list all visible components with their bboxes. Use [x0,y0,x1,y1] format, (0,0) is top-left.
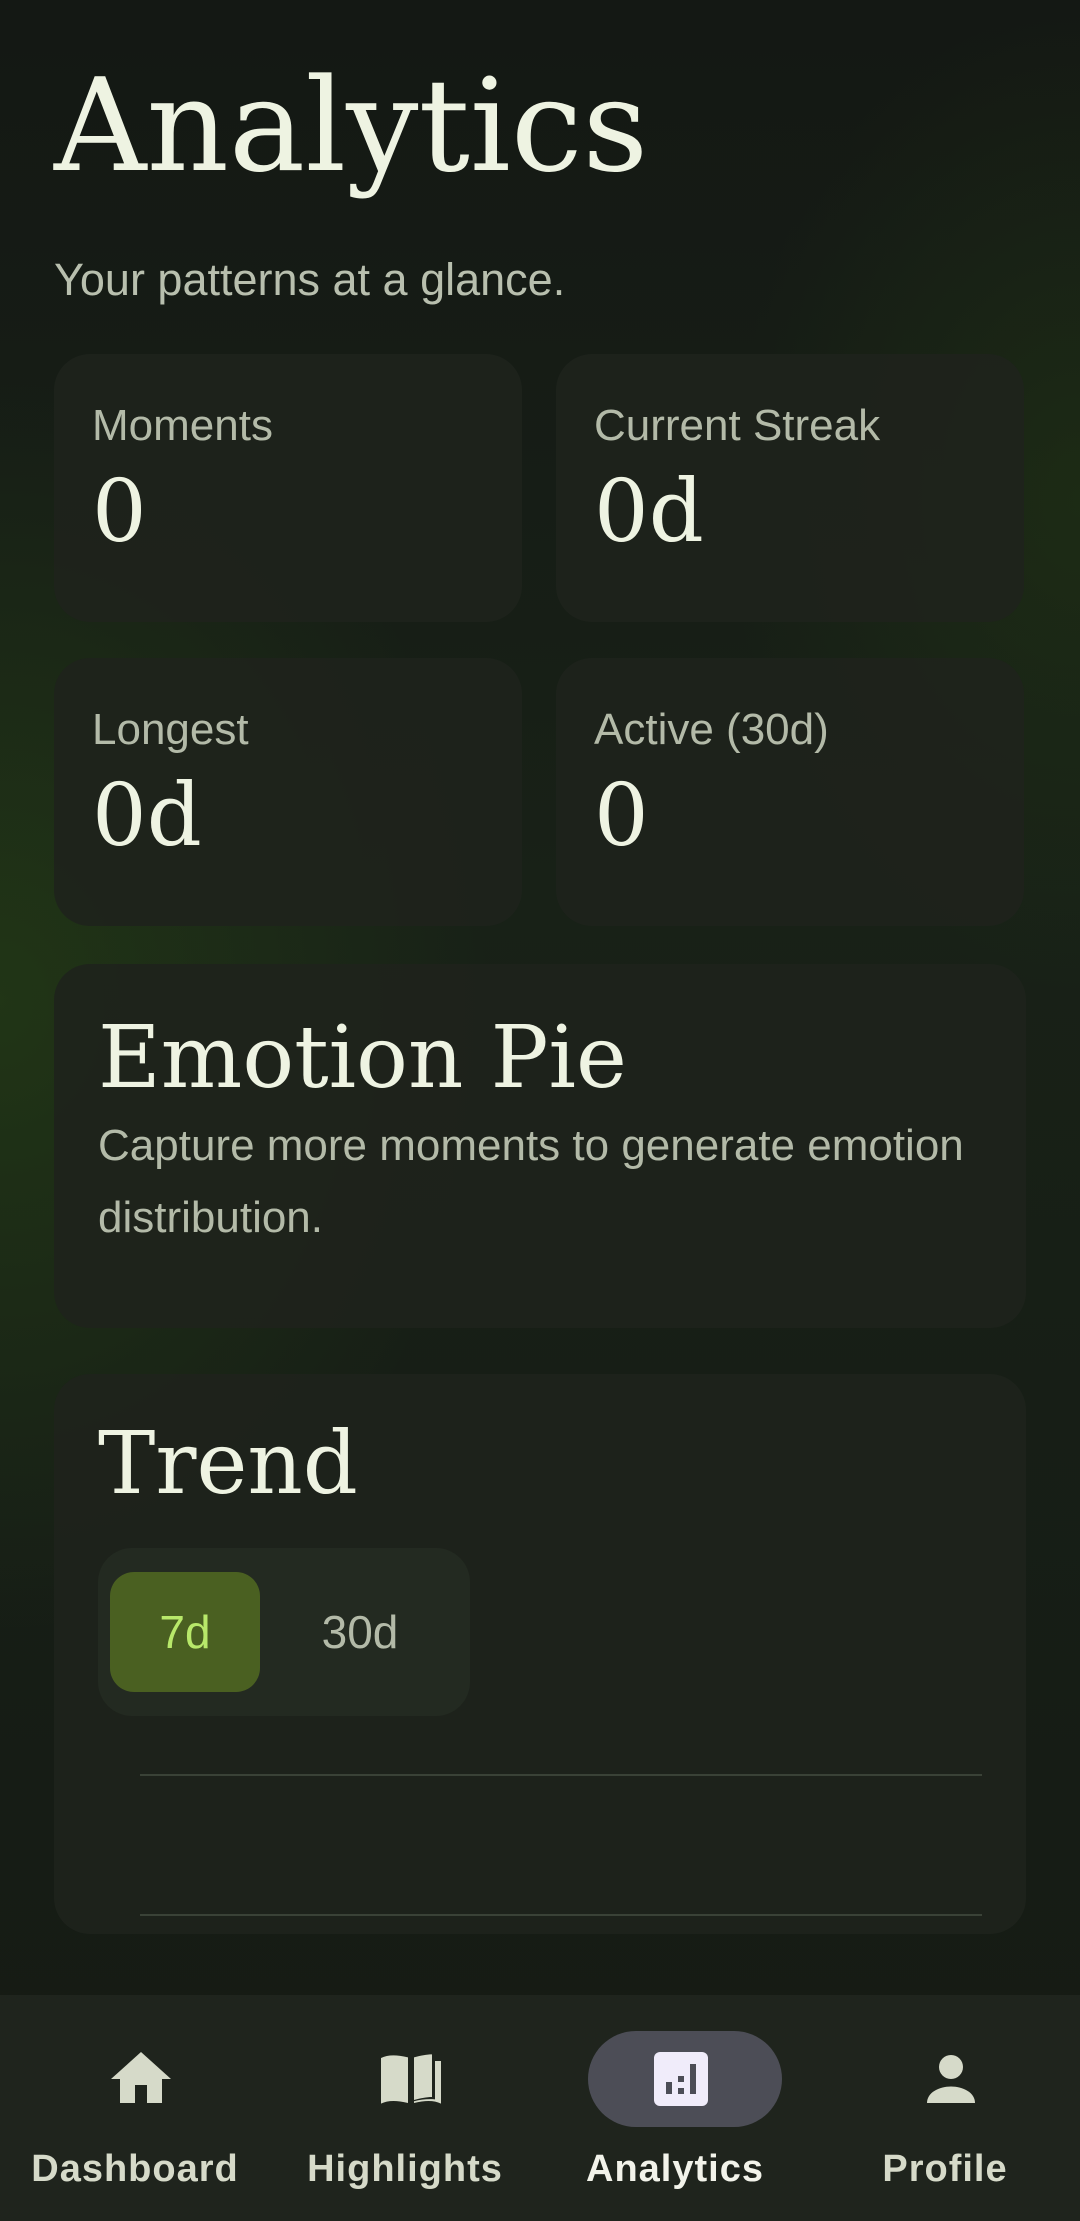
book-icon [381,2054,441,2104]
stat-card-moments: Moments 0 [54,354,522,622]
emotion-pie-card: Emotion Pie Capture more moments to gene… [54,964,1026,1328]
stat-card-longest: Longest 0d [54,658,522,926]
nav-item-profile[interactable]: Profile [810,1995,1080,2221]
chart-gridline-top [140,1774,982,1776]
stat-card-current-streak: Current Streak 0d [556,354,1024,622]
person-icon [927,2055,975,2103]
bottom-navigation: Dashboard Highlights Analytics Profile [0,1995,1080,2221]
stat-value: 0d [594,462,704,562]
analytics-icon [654,2052,708,2106]
stat-label: Moments [92,401,273,450]
chart-gridline-bottom [140,1914,982,1916]
range-7d-button[interactable]: 7d [110,1572,260,1692]
range-30d-button[interactable]: 30d [272,1572,448,1692]
stat-card-active-30d: Active (30d) 0 [556,658,1024,926]
nav-label: Profile [882,2148,1008,2190]
trend-title: Trend [98,1414,358,1514]
home-icon [111,2052,171,2103]
nav-label: Analytics [586,2148,764,2190]
stat-value: 0d [92,766,202,866]
stat-label: Longest [92,705,249,754]
page-subtitle: Your patterns at a glance. [54,254,566,305]
page-title: Analytics [54,52,649,201]
nav-label: Highlights [307,2148,503,2190]
trend-card: Trend 7d 30d [54,1374,1026,1934]
stat-value: 0 [92,462,147,562]
stat-label: Active (30d) [594,705,829,754]
emotion-pie-empty-message: Capture more moments to generate emotion… [98,1121,964,1242]
nav-item-dashboard[interactable]: Dashboard [0,1995,270,2221]
emotion-pie-title: Emotion Pie [98,1008,627,1108]
analytics-screen: Analytics Your patterns at a glance. Mom… [0,0,1080,1995]
nav-item-highlights[interactable]: Highlights [270,1995,540,2221]
stat-value: 0 [594,766,649,866]
nav-label: Dashboard [31,2148,239,2190]
stat-label: Current Streak [594,401,881,450]
trend-range-toggle: 7d 30d [98,1548,470,1716]
nav-item-analytics[interactable]: Analytics [540,1995,810,2221]
